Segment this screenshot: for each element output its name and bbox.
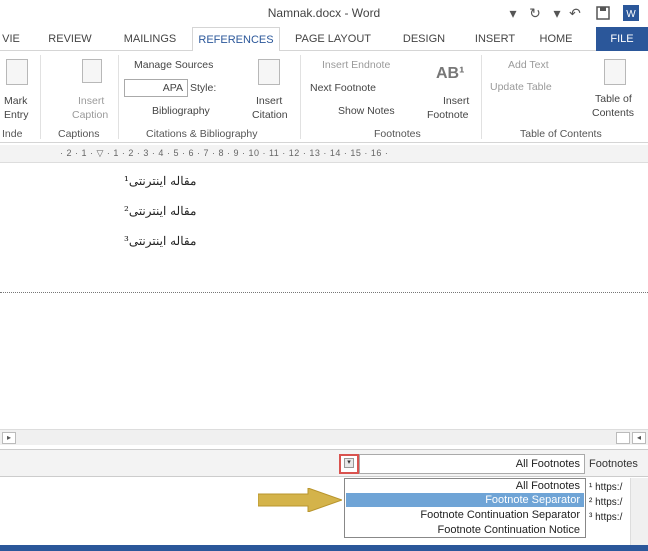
option-footnote-continuation-separator[interactable]: Footnote Continuation Separator xyxy=(346,508,584,522)
tab-mailings[interactable]: MAILINGS xyxy=(112,27,188,51)
mark-entry-label[interactable]: Mark xyxy=(4,95,27,108)
redo-icon[interactable]: ↻ xyxy=(526,4,544,22)
group-divider xyxy=(481,55,482,139)
footnote-entry[interactable]: ³ https:/ xyxy=(589,512,622,523)
toc-button-label-2[interactable]: Contents xyxy=(592,107,634,120)
customize-quick-access-icon[interactable]: ▾ xyxy=(504,4,522,22)
tab-view[interactable]: VIE xyxy=(0,27,22,51)
insert-endnote-button[interactable]: Insert Endnote xyxy=(322,59,390,72)
ruler-ticks: · 2 · 1 · ▽ · 1 · 2 · 3 · 4 · 5 · 6 · 7 … xyxy=(60,148,389,158)
save-icon[interactable] xyxy=(594,4,612,22)
horizontal-scrollbar[interactable]: ◂ ▸ xyxy=(0,429,648,445)
title-bar: Namnak.docx - Word W ↶ ▾ ↻ ▾ xyxy=(0,0,648,26)
add-text-button[interactable]: Add Text xyxy=(508,59,549,72)
toc-button-label[interactable]: Table of xyxy=(595,93,632,106)
option-footnote-separator[interactable]: Footnote Separator xyxy=(346,493,584,507)
tab-insert[interactable]: INSERT xyxy=(466,27,524,51)
insert-caption-label[interactable]: Insert xyxy=(78,95,104,108)
document-line[interactable]: ﻣﻘﺎﻟﻪ ﺍﻳﻨﺘﺮﻧﺘﯽ² xyxy=(124,204,196,218)
footnote-pane-header: Footnotes All Footnotes ▾ xyxy=(0,449,648,477)
undo-dropdown-icon[interactable]: ▾ xyxy=(548,4,566,22)
insert-citation-label-2[interactable]: Citation xyxy=(252,109,288,122)
footnote-ab-icon: AB¹ xyxy=(436,65,465,82)
show-notes-button[interactable]: Show Notes xyxy=(338,105,395,118)
tab-file[interactable]: FILE xyxy=(596,27,648,51)
tab-page-layout[interactable]: PAGE LAYOUT xyxy=(286,27,380,51)
ribbon-tabs: FILE HOME INSERT DESIGN PAGE LAYOUT REFE… xyxy=(0,27,648,52)
tab-design[interactable]: DESIGN xyxy=(396,27,452,51)
document-line[interactable]: ﻣﻘﺎﻟﻪ ﺍﻳﻨﺘﺮﻧﺘﯽ¹ xyxy=(124,174,196,188)
ribbon: Table of Contents Add Text Update Table … xyxy=(0,51,648,143)
mark-entry-label-2[interactable]: Entry xyxy=(4,109,29,122)
option-all-footnotes[interactable]: All Footnotes xyxy=(346,479,584,493)
group-divider xyxy=(300,55,301,139)
update-table-button[interactable]: Update Table xyxy=(490,81,552,94)
svg-text:W: W xyxy=(626,9,636,20)
footnote-type-options: All Footnotes Footnote Separator Footnot… xyxy=(344,478,586,538)
insert-caption-label-2[interactable]: Caption xyxy=(72,109,108,122)
style-select[interactable]: APA xyxy=(124,79,188,97)
group-label-captions: Captions xyxy=(58,128,100,140)
tab-home[interactable]: HOME xyxy=(530,27,582,51)
undo-icon[interactable]: ↶ xyxy=(566,4,584,22)
bibliography-button[interactable]: Bibliography xyxy=(152,105,210,118)
footnote-type-value: All Footnotes xyxy=(515,458,580,470)
chevron-down-icon: ▾ xyxy=(344,458,354,468)
status-bar xyxy=(0,545,648,551)
footnote-pane-vertical-scrollbar[interactable] xyxy=(630,478,648,545)
manage-sources-button[interactable]: Manage Sources xyxy=(134,59,213,72)
annotation-arrow-icon xyxy=(257,487,344,515)
scroll-thumb[interactable] xyxy=(616,432,630,444)
page-break-separator xyxy=(0,292,648,293)
style-label: Style: xyxy=(190,82,217,94)
style-select-value: APA xyxy=(162,82,183,94)
option-footnote-continuation-notice[interactable]: Footnote Continuation Notice xyxy=(346,523,584,537)
group-divider xyxy=(118,55,119,139)
group-label-index: Inde xyxy=(2,128,23,140)
horizontal-ruler[interactable]: · 2 · 1 · ▽ · 1 · 2 · 3 · 4 · 5 · 6 · 7 … xyxy=(0,145,648,163)
tab-references[interactable]: REFERENCES xyxy=(192,27,280,52)
insert-footnote-label[interactable]: Insert xyxy=(443,95,469,108)
scroll-left-icon[interactable]: ◂ xyxy=(632,432,646,444)
footnote-entry[interactable]: ² https:/ xyxy=(589,497,622,508)
word-logo-icon: W xyxy=(622,4,640,22)
footnote-entry[interactable]: ¹ https:/ xyxy=(589,482,622,493)
insert-citation-icon xyxy=(258,59,280,85)
footnote-type-dropdown-button[interactable]: ▾ xyxy=(339,454,359,474)
table-of-contents-icon xyxy=(604,59,626,85)
insert-caption-icon xyxy=(82,59,102,83)
insert-citation-label[interactable]: Insert xyxy=(256,95,282,108)
scroll-right-icon[interactable]: ▸ xyxy=(2,432,16,444)
next-footnote-button[interactable]: Next Footnote xyxy=(310,82,376,95)
group-label-citations: Citations & Bibliography xyxy=(146,128,258,140)
mark-entry-icon xyxy=(6,59,28,85)
group-divider xyxy=(40,55,41,139)
group-label-toc: Table of Contents xyxy=(520,128,602,140)
footnote-type-select[interactable]: All Footnotes xyxy=(359,454,585,474)
group-label-footnotes: Footnotes xyxy=(374,128,421,140)
footnote-pane-label: Footnotes xyxy=(589,458,638,470)
tab-review[interactable]: REVIEW xyxy=(42,27,98,51)
insert-footnote-label-2[interactable]: Footnote xyxy=(427,109,468,122)
document-line[interactable]: ﻣﻘﺎﻟﻪ ﺍﻳﻨﺘﺮﻧﺘﯽ³ xyxy=(124,234,196,248)
